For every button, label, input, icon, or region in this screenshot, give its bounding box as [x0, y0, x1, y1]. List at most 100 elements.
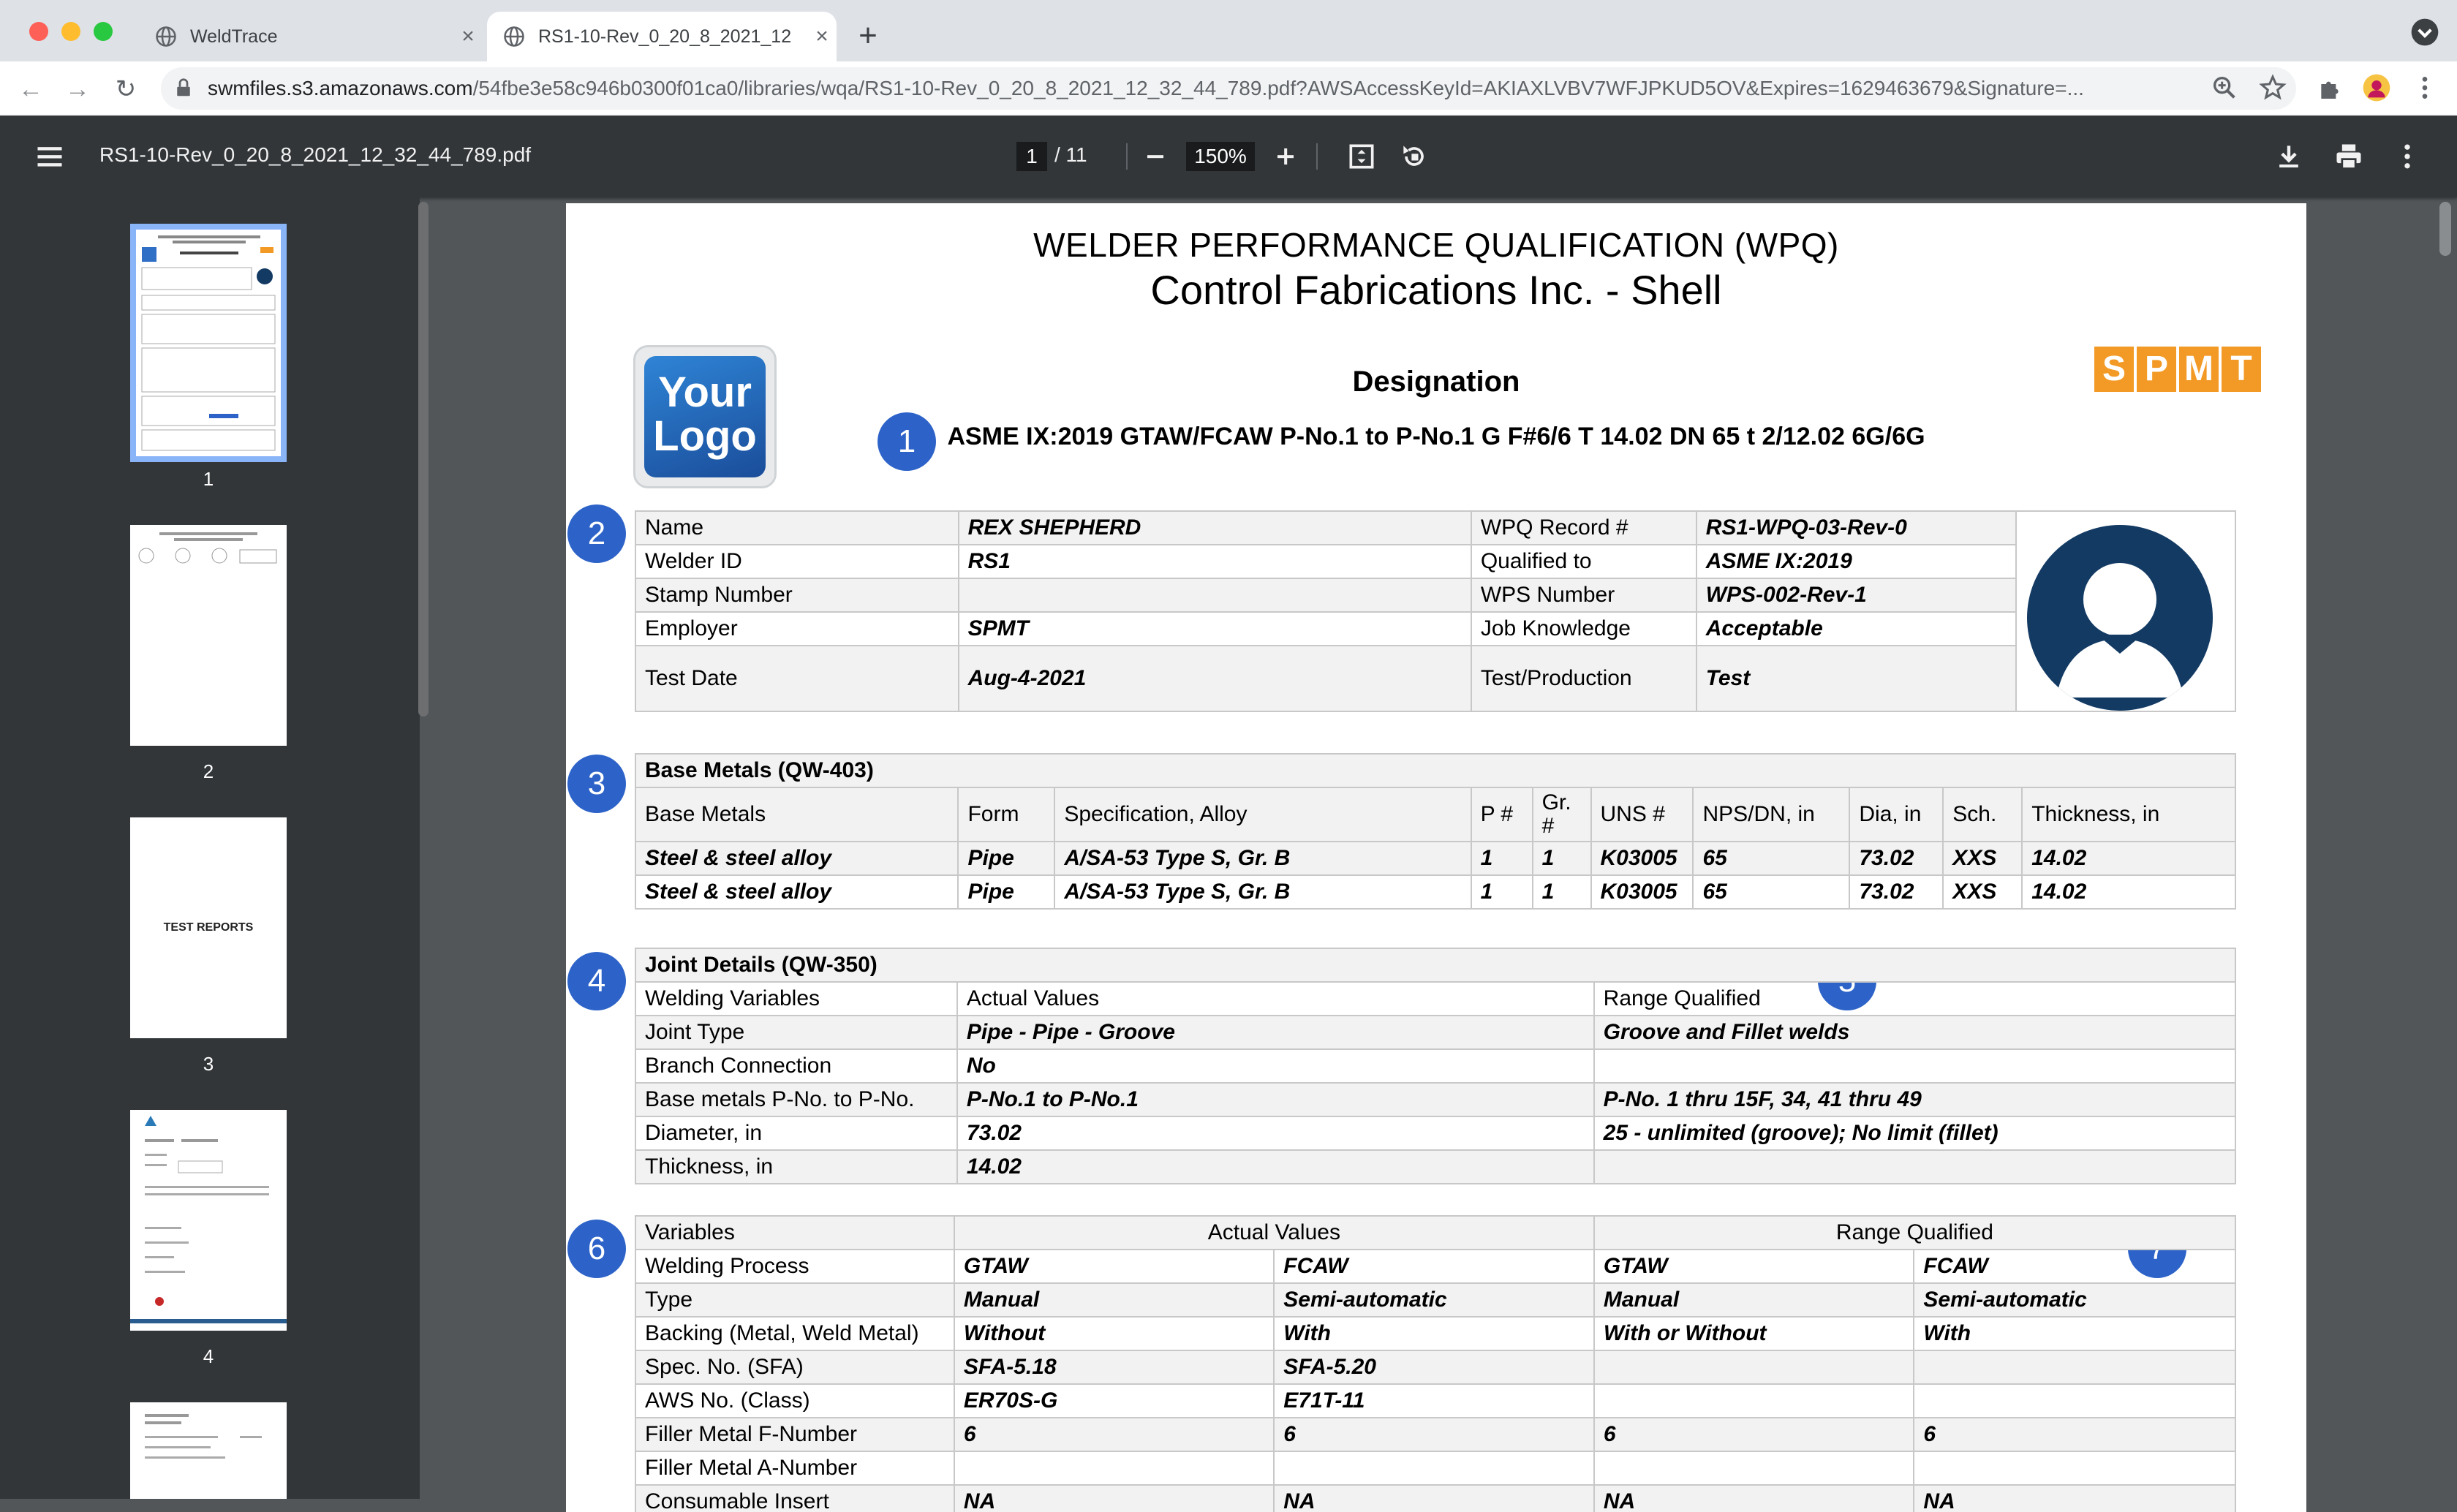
bookmark-star-icon[interactable]	[2258, 73, 2287, 102]
table-cell: K03005	[1590, 874, 1694, 910]
document-subtitle: Control Fabrications Inc. - Shell	[1150, 267, 1722, 313]
globe-icon	[156, 26, 176, 47]
table-cell: Backing (Metal, Weld Metal)	[635, 1316, 955, 1351]
thumbnail-number: 1	[203, 468, 214, 490]
table-cell: A/SA-53 Type S, Gr. B	[1054, 874, 1472, 910]
table-cell: 65	[1692, 841, 1851, 876]
wpq-record-label: WPQ Record #	[1470, 510, 1697, 545]
browser-menu-icon[interactable]	[2410, 73, 2439, 102]
url-host: swmfiles.s3.amazonaws.com	[208, 77, 473, 99]
thumbnail-page-4[interactable]	[130, 1110, 287, 1331]
step-badge-1: 1	[878, 412, 936, 471]
table-cell	[1593, 1383, 1915, 1418]
table-cell: Manual	[953, 1282, 1275, 1318]
tab-search-icon[interactable]	[2410, 18, 2439, 47]
thumbnail-page-3[interactable]: TEST REPORTS	[130, 817, 287, 1038]
pdf-page: WELDER PERFORMANCE QUALIFICATION (WPQ) C…	[566, 203, 2306, 1512]
column-header: UNS #	[1590, 787, 1694, 842]
globe-icon	[504, 26, 524, 47]
zoom-icon[interactable]	[2210, 73, 2239, 102]
thumbnail-page-5[interactable]	[130, 1402, 287, 1499]
table-cell: 65	[1692, 874, 1851, 910]
table-row: Backing (Metal, Weld Metal) Without With…	[635, 1316, 2236, 1351]
tab-close-icon[interactable]: ×	[807, 24, 837, 49]
forward-button[interactable]: →	[61, 73, 94, 105]
job-knowledge-value: Acceptable	[1695, 611, 2018, 646]
thumbnail-number: 4	[203, 1345, 214, 1367]
fit-page-icon[interactable]	[1346, 140, 1378, 173]
wps-number-value: WPS-002-Rev-1	[1695, 578, 2018, 613]
qualified-to-value: ASME IX:2019	[1695, 544, 2018, 579]
document-scrollbar[interactable]	[2439, 202, 2451, 256]
sidebar-scrollbar[interactable]	[418, 202, 429, 717]
tab-label: RS1-10-Rev_0_20_8_2021_12	[538, 26, 792, 47]
thumbnail-page-1[interactable]	[130, 224, 287, 462]
table-cell: AWS No. (Class)	[635, 1383, 955, 1418]
table-cell: 14.02	[2021, 874, 2236, 910]
print-icon[interactable]	[2333, 140, 2365, 173]
table-cell	[1273, 1451, 1595, 1486]
table-cell	[1593, 1149, 2237, 1184]
wps-number-label: WPS Number	[1470, 578, 1697, 613]
job-knowledge-label: Job Knowledge	[1470, 611, 1697, 646]
tab-pdf[interactable]: RS1-10-Rev_0_20_8_2021_12 ×	[487, 12, 837, 61]
rotate-icon[interactable]	[1398, 140, 1430, 173]
column-header: Form	[957, 787, 1056, 842]
thumbnail-number: 3	[203, 1053, 214, 1075]
table-cell: Thickness, in	[635, 1149, 958, 1184]
table-cell: GTAW	[1593, 1249, 1915, 1284]
logo-letter: M	[2179, 347, 2219, 392]
table-row: Filler Metal F-Number 6 6 6 6	[635, 1417, 2236, 1452]
sidebar-menu-icon[interactable]	[34, 140, 66, 173]
logo-text: Logo	[653, 412, 757, 460]
table-cell: No	[956, 1048, 1595, 1084]
table-cell: Steel & steel alloy	[634, 874, 959, 910]
name-value: REX SHEPHERD	[957, 510, 1472, 545]
table-cell: Without	[953, 1316, 1275, 1351]
table-cell: With or Without	[1593, 1316, 1915, 1351]
page-number-input[interactable]: 1	[1016, 142, 1047, 171]
table-cell: 14.02	[2021, 841, 2236, 876]
employer-value: SPMT	[957, 611, 1472, 646]
table-cell: 73.02	[1849, 841, 1944, 876]
maximize-window-button[interactable]	[94, 22, 113, 41]
step-badge-4: 4	[567, 952, 626, 1010]
thumbnail-page-2[interactable]	[130, 525, 287, 746]
column-header: Variables	[635, 1215, 955, 1250]
table-row: Joint Type Pipe - Pipe - Groove Groove a…	[635, 1015, 2237, 1050]
employer-label: Employer	[635, 611, 959, 646]
zoom-in-icon[interactable]	[1269, 140, 1302, 173]
minimize-window-button[interactable]	[61, 22, 80, 41]
page-total: / 11	[1054, 143, 1087, 166]
tab-weldtrace[interactable]: WeldTrace ×	[139, 12, 483, 61]
table-cell: Diameter, in	[635, 1116, 958, 1151]
table-cell: Filler Metal A-Number	[635, 1451, 955, 1486]
table-row: Steel & steel alloy Pipe A/SA-53 Type S,…	[634, 841, 2236, 876]
variables-table: Variables Actual Values Range Qualified …	[635, 1215, 2237, 1512]
download-icon[interactable]	[2273, 140, 2305, 173]
tab-close-icon[interactable]: ×	[453, 24, 483, 49]
stamp-number-value	[957, 578, 1472, 613]
table-cell: XXS	[1942, 874, 2023, 910]
step-badge-3: 3	[567, 755, 626, 813]
zoom-out-icon[interactable]	[1139, 140, 1171, 173]
designation-text: ASME IX:2019 GTAW/FCAW P-No.1 to P-No.1 …	[947, 423, 1925, 450]
column-header: Specification, Alloy	[1054, 787, 1472, 842]
table-cell: Welding Process	[635, 1249, 955, 1284]
zoom-level-input[interactable]: 150%	[1186, 142, 1255, 171]
profile-icon[interactable]	[2362, 73, 2391, 102]
url-text[interactable]: swmfiles.s3.amazonaws.com/54fbe3e58c946b…	[208, 74, 2197, 103]
document-title: WELDER PERFORMANCE QUALIFICATION (WPQ)	[1033, 226, 1839, 264]
table-row: Filler Metal A-Number	[635, 1451, 2236, 1486]
reload-button[interactable]: ↻	[110, 73, 142, 105]
step-badge-6: 6	[567, 1220, 626, 1278]
more-options-icon[interactable]	[2391, 140, 2423, 173]
new-tab-button[interactable]: +	[850, 18, 886, 54]
close-window-button[interactable]	[29, 22, 48, 41]
welder-id-value: RS1	[957, 544, 1472, 579]
wpq-record-value: RS1-WPQ-03-Rev-0	[1695, 510, 2018, 545]
lock-icon[interactable]	[173, 73, 195, 102]
extensions-icon[interactable]	[2315, 73, 2344, 102]
back-button[interactable]: ←	[15, 73, 47, 105]
table-cell: FCAW	[1913, 1249, 2236, 1284]
